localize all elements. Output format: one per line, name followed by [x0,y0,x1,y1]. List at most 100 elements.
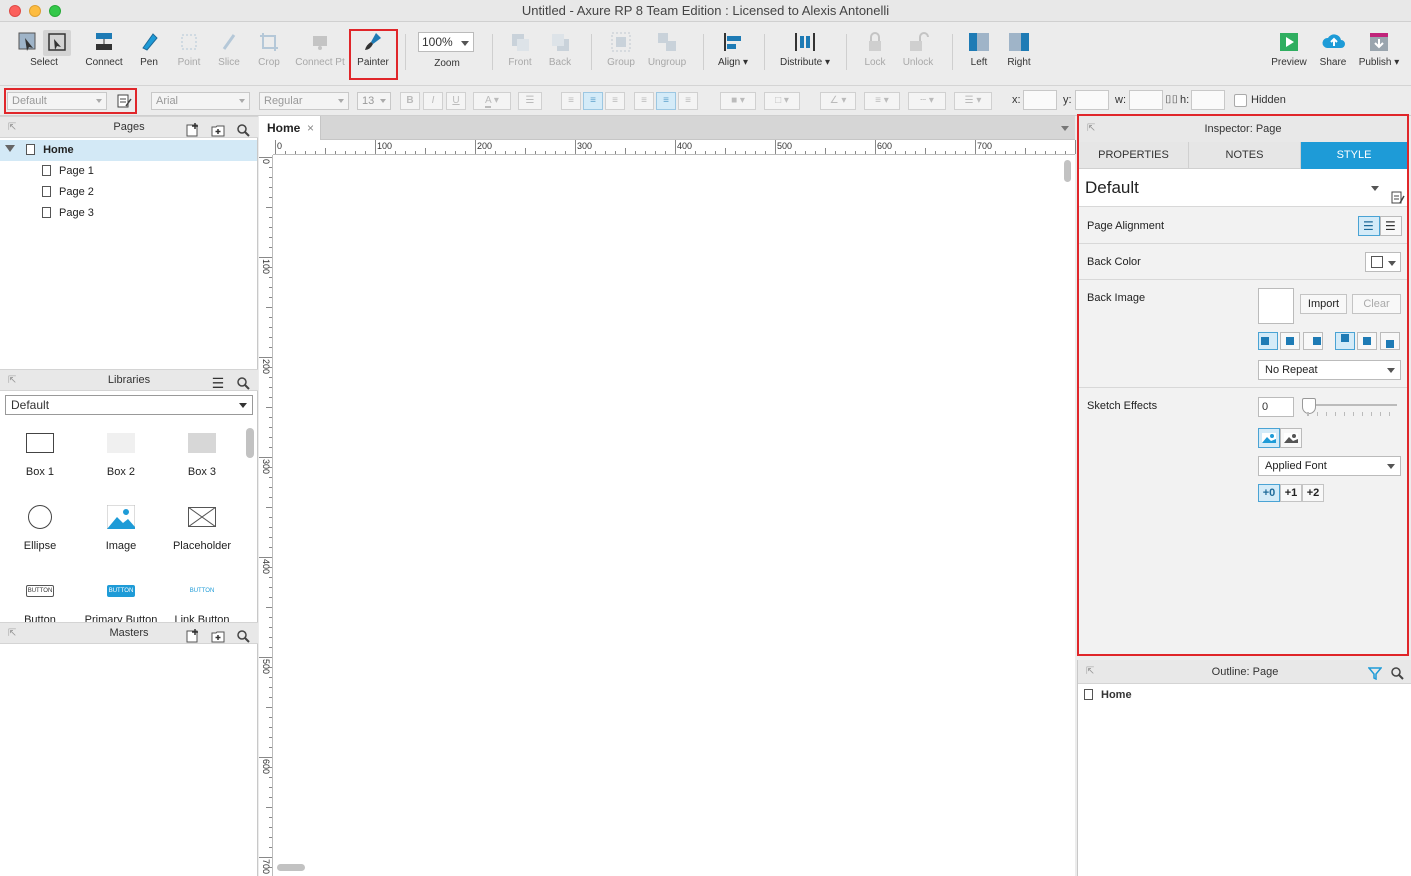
tab-notes[interactable]: NOTES [1189,142,1301,169]
library-select[interactable]: Default [5,395,253,415]
align-page-left-button[interactable]: ☰ [1358,216,1380,236]
valign-middle-button[interactable]: ≡ [656,92,676,110]
sketch-font-select[interactable]: Applied Font [1258,456,1401,476]
lock-tool[interactable]: Lock [860,30,890,68]
back-color-picker[interactable] [1365,252,1401,272]
zoom-select[interactable]: 100% [418,32,474,52]
page-tree-item-page-3[interactable]: Page 3 [0,203,257,224]
select-tool[interactable]: Select [14,30,74,68]
font-color-button[interactable]: A ▾ [473,92,511,110]
widget-box-3[interactable]: Box 3 [162,428,242,478]
add-master-icon[interactable] [186,629,200,643]
connect-pt-tool[interactable]: Connect Pt [292,30,348,68]
add-page-icon[interactable] [186,123,200,137]
align-tool[interactable]: Align ▾ [714,30,752,68]
pen-tool[interactable]: Pen [136,30,162,68]
valign-middle-button[interactable] [1357,332,1377,350]
line-color-button[interactable]: ∠ ▾ [820,92,856,110]
sketch-value-input[interactable]: 0 [1258,397,1294,417]
page-tree-item-home[interactable]: Home [0,140,257,161]
valign-bottom-button[interactable]: ≡ [678,92,698,110]
italic-button[interactable]: I [423,92,443,110]
add-folder-icon[interactable] [211,629,225,643]
shadow-button[interactable]: □ ▾ [764,92,800,110]
arrow-style-button[interactable]: ☰ ▾ [954,92,992,110]
menu-icon[interactable]: ☰ [211,376,225,390]
zoom-control[interactable]: 100% Zoom [418,30,476,69]
page-tree-item-page-1[interactable]: Page 1 [0,161,257,182]
right-tool[interactable]: Right [1004,30,1034,68]
pin-icon[interactable]: ⇱ [8,370,16,391]
font-size-select[interactable]: 13 [357,92,391,110]
valign-bottom-button[interactable] [1380,332,1400,350]
widget-button[interactable]: BUTTON Button [0,576,80,626]
search-icon[interactable] [236,123,250,137]
unlock-tool[interactable]: Unlock [900,30,936,68]
color-mode-button[interactable] [1258,428,1280,448]
preview-button[interactable]: Preview [1270,30,1308,68]
canvas-vertical-scrollbar[interactable] [1064,160,1071,182]
left-tool[interactable]: Left [965,30,993,68]
line-width-plus-0-button[interactable]: +0 [1258,484,1280,502]
point-tool[interactable]: Point [174,30,204,68]
underline-button[interactable]: U [446,92,466,110]
widget-primary-button[interactable]: BUTTON Primary Button [81,576,161,626]
align-text-left-button[interactable]: ≡ [561,92,581,110]
import-button[interactable]: Import [1300,294,1347,314]
widget-box-2[interactable]: Box 2 [81,428,161,478]
pin-icon[interactable]: ⇱ [8,117,16,138]
font-select[interactable]: Arial [151,92,250,110]
distribute-tool[interactable]: Distribute ▾ [776,30,834,68]
halign-right-button[interactable] [1303,332,1323,350]
pin-icon[interactable]: ⇱ [1087,116,1095,142]
design-canvas[interactable] [274,156,1060,861]
font-weight-select[interactable]: Regular [259,92,349,110]
clear-button[interactable]: Clear [1352,294,1401,314]
page-tree-item-page-2[interactable]: Page 2 [0,182,257,203]
align-page-center-button[interactable]: ☰ [1380,216,1402,236]
valign-top-button[interactable] [1335,332,1355,350]
line-pattern-button[interactable]: ┄ ▾ [908,92,946,110]
search-icon[interactable] [1390,665,1404,689]
share-button[interactable]: Share [1316,30,1350,68]
zoom-window-button[interactable] [49,5,61,17]
widget-ellipse[interactable]: Ellipse [0,502,80,552]
hidden-checkbox[interactable] [1234,94,1247,107]
add-folder-icon[interactable] [211,123,225,137]
w-input[interactable] [1129,90,1163,110]
outline-item-home[interactable]: Home [1084,688,1132,702]
tab-style[interactable]: STYLE [1301,142,1407,169]
sketch-slider-track[interactable] [1307,404,1397,406]
tab-home[interactable]: Home × [259,116,321,140]
libraries-scrollbar[interactable] [246,428,254,458]
line-width-plus-1-button[interactable]: +1 [1280,484,1302,502]
canvas-horizontal-scrollbar[interactable] [277,864,305,871]
tab-menu-chevron-icon[interactable] [1061,126,1069,131]
bold-button[interactable]: B [400,92,420,110]
widget-placeholder[interactable]: Placeholder [162,502,242,552]
x-input[interactable] [1023,90,1057,110]
filter-icon[interactable] [1367,665,1383,689]
halign-left-button[interactable] [1258,332,1278,350]
page-style-select[interactable]: Default [1079,169,1407,207]
fill-color-button[interactable]: ■ ▾ [720,92,756,110]
expand-triangle-icon[interactable] [5,145,15,152]
widget-link-button[interactable]: BUTTON Link Button [162,576,242,626]
ungroup-tool[interactable]: Ungroup [644,30,690,68]
h-input[interactable] [1191,90,1225,110]
connect-tool[interactable]: Connect [84,30,124,68]
line-width-button[interactable]: ≡ ▾ [864,92,900,110]
bullet-list-button[interactable]: ☰ [518,92,542,110]
back-tool[interactable]: Back [545,30,575,68]
line-width-plus-2-button[interactable]: +2 [1302,484,1324,502]
tab-properties[interactable]: PROPERTIES [1079,142,1189,169]
lock-ratio-icon[interactable]: ⌷⌷ [1165,94,1178,107]
front-tool[interactable]: Front [505,30,535,68]
slice-tool[interactable]: Slice [214,30,244,68]
repeat-select[interactable]: No Repeat [1258,360,1401,380]
pin-icon[interactable]: ⇱ [8,623,16,644]
group-tool[interactable]: Group [603,30,639,68]
search-icon[interactable] [236,376,250,390]
halign-center-button[interactable] [1280,332,1300,350]
close-window-button[interactable] [9,5,21,17]
